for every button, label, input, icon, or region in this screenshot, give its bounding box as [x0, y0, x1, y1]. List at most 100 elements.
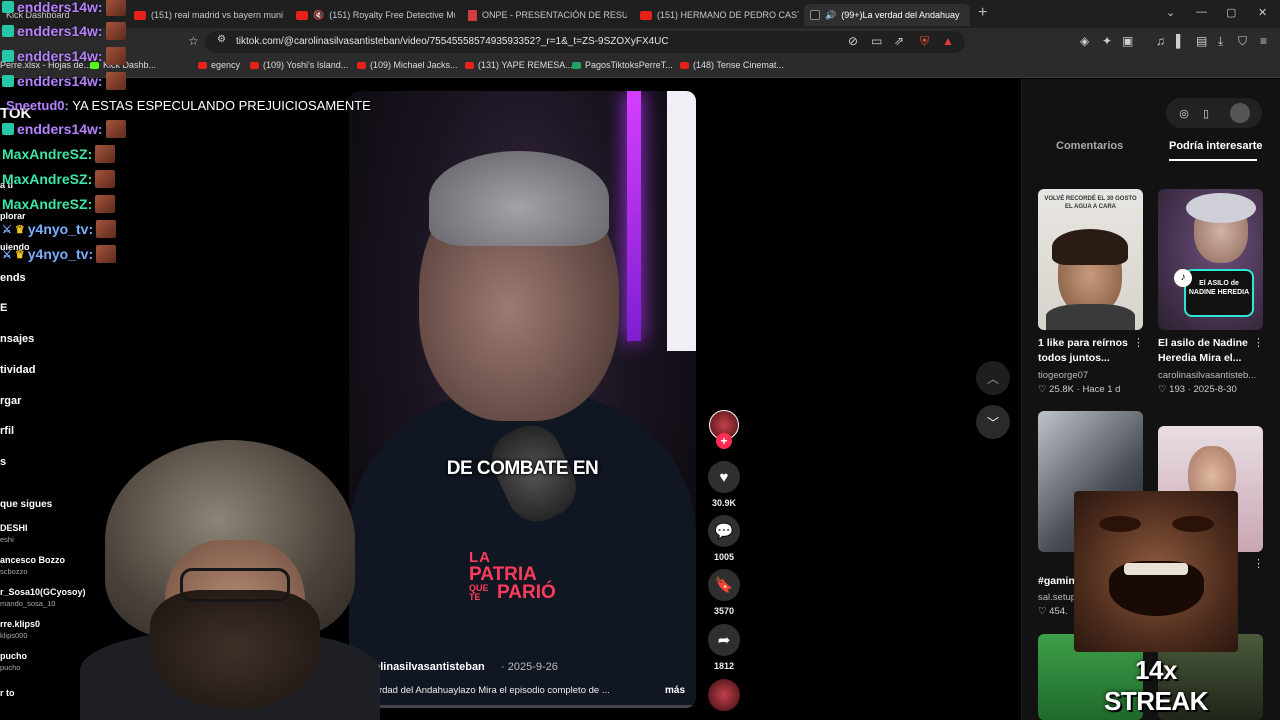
video-player[interactable]: DE COMBATE EN LA PATRIA QUE TE PARIÓ caro…	[349, 91, 696, 708]
follow-plus-icon[interactable]: +	[716, 433, 732, 449]
sidebar-item-upload[interactable]: rgar	[0, 395, 21, 407]
more-options-icon[interactable]: ⋮	[1253, 557, 1264, 570]
tab-onpe[interactable]: ONPE - PRESENTACIÓN DE RESULTA	[462, 4, 627, 26]
more-button[interactable]: más	[665, 685, 685, 696]
window-close-icon[interactable]: ✕	[1258, 6, 1267, 19]
meme-eye	[1099, 516, 1141, 532]
tab-label: (151) real madrid vs bayern munich -	[151, 10, 283, 20]
download-icon[interactable]: ⤓	[1218, 34, 1223, 49]
bookmark-item[interactable]: (109) Michael Jacks...	[357, 60, 458, 70]
browser-tab-bar: Kick Dashboard (151) real madrid vs baye…	[0, 0, 1280, 28]
chat-username: endders14w:	[17, 121, 103, 137]
sidebar-item-friends[interactable]: ends	[0, 272, 26, 284]
following-account-name[interactable]: r_Sosa10(GCyosoy)	[0, 587, 86, 597]
suggested-video-meta: ♡ 193 · 2025-8-30	[1158, 384, 1237, 395]
bookmark-icon[interactable]: ☆	[188, 34, 199, 48]
following-account-name[interactable]: pucho	[0, 651, 27, 661]
chat-username: MaxAndreSZ:	[2, 171, 93, 187]
chat-username: endders14w:	[17, 48, 103, 64]
tab-label: (151) Royalty Free Detective Musi	[329, 10, 455, 20]
speaker-hair	[429, 151, 609, 246]
like-button[interactable]: ♥	[708, 461, 740, 493]
following-account-handle: eshi	[0, 535, 14, 544]
following-account-name[interactable]: DESHI	[0, 523, 28, 533]
chat-emote-icon	[105, 0, 126, 16]
youtube-icon	[134, 10, 146, 20]
sidebar-item-activity[interactable]: tividad	[0, 364, 35, 376]
tab-real-madrid[interactable]: (151) real madrid vs bayern munich -	[128, 4, 283, 26]
vpn-icon[interactable]: ⛉	[1238, 34, 1247, 49]
more-options-icon[interactable]: ⋮	[1133, 336, 1144, 349]
screenshot-icon[interactable]: ▣	[1122, 34, 1133, 48]
video-progress-bar[interactable]	[349, 705, 696, 708]
bookmark-item[interactable]: (109) Yoshi's Island...	[250, 60, 348, 70]
no-tracking-icon[interactable]: ⊘	[848, 34, 858, 48]
thumbnail-hair	[1052, 229, 1128, 265]
new-tab-button[interactable]: +	[978, 4, 987, 22]
tab-list-icon[interactable]: ⌄	[1166, 6, 1175, 19]
sidebar-item-messages[interactable]: nsajes	[0, 333, 34, 345]
previous-video-button[interactable]: ︿	[976, 361, 1010, 395]
suggested-video-thumbnail[interactable]: VOLVÉ RECORDÉ EL 30 GOSTO EL AGUA A CARA	[1038, 189, 1143, 330]
wallet-icon[interactable]: ▤	[1196, 34, 1207, 48]
tab-suggested[interactable]: Podría interesarte	[1169, 140, 1263, 152]
save-button[interactable]: 🔖	[708, 569, 740, 601]
webcam-glasses	[180, 568, 290, 602]
sidebar-item-live[interactable]: E	[0, 302, 7, 314]
chat-username: y4nyo_tv:	[27, 221, 94, 237]
suggested-video-author[interactable]: tiogeorge07	[1038, 370, 1088, 381]
sidebar-item-more[interactable]: s	[0, 456, 6, 468]
meme-teeth	[1124, 563, 1188, 575]
bookmark-item[interactable]: (148) Tense Cinemat...	[680, 60, 784, 70]
rewards-icon[interactable]: ▲	[942, 34, 954, 48]
suggested-video-title[interactable]: 1 like para reírnos todos juntos...	[1038, 336, 1138, 366]
video-date: · 2025-9-26	[501, 661, 558, 673]
share-icon[interactable]: ⇗	[894, 34, 904, 48]
tiktok-icon	[810, 10, 820, 20]
brave-shield-icon[interactable]: ⛨	[920, 34, 929, 49]
tab-royalty-free-music[interactable]: 🔇 (151) Royalty Free Detective Musi	[290, 4, 455, 26]
minimize-icon[interactable]: —	[1196, 6, 1207, 18]
music-icon[interactable]: ♫	[1156, 34, 1165, 48]
phone-icon[interactable]: ▯	[1196, 103, 1216, 123]
extension-icon[interactable]: ◈	[1080, 34, 1089, 48]
laughing-meme-overlay	[1074, 491, 1238, 652]
avatar[interactable]	[1230, 103, 1250, 123]
comment-button[interactable]: 💬	[708, 515, 740, 547]
background-panel	[667, 91, 696, 351]
chat-badge-icon	[2, 25, 14, 37]
tv-icon[interactable]: ▭	[871, 34, 882, 48]
tab-comments[interactable]: Comentarios	[1056, 140, 1123, 152]
music-disc-icon[interactable]	[708, 679, 740, 711]
following-account-name[interactable]: ancesco Bozzo	[0, 555, 65, 565]
more-options-icon[interactable]: ⋮	[1253, 336, 1264, 349]
menu-icon[interactable]: ≡	[1260, 34, 1267, 48]
bookmark-item[interactable]: PagosTiktoksPerreT...	[572, 60, 673, 70]
maximize-icon[interactable]: ▢	[1226, 6, 1236, 19]
compass-icon[interactable]: ◎	[1174, 103, 1194, 123]
suggested-video-author[interactable]: carolinasilvasantisteb...	[1158, 370, 1256, 381]
sidebar-icon[interactable]: ▌	[1176, 34, 1185, 48]
puzzle-icon[interactable]: ✦	[1102, 34, 1112, 48]
bookmark-item[interactable]: (131) YAPE REMESA...	[465, 60, 573, 70]
like-count: 193	[1169, 384, 1186, 395]
sidebar-item-profile[interactable]: rfil	[0, 425, 14, 437]
site-info-icon[interactable]: ⚙	[217, 34, 226, 45]
tab-tiktok-active[interactable]: 🔊 (99+)La verdad del Andahuay ✕	[804, 4, 970, 26]
chat-line: MaxAndreSZ:	[2, 194, 116, 214]
share-button[interactable]: ➦	[708, 624, 740, 656]
tab-hermano-castillo[interactable]: (151) HERMANO DE PEDRO CASTILLO	[634, 4, 799, 26]
comment-icon: 💬	[714, 523, 734, 540]
bookmark-item[interactable]: egency	[198, 60, 240, 70]
following-account-name[interactable]: rre.klips0	[0, 619, 40, 629]
chat-username: endders14w:	[17, 0, 103, 15]
tab-label: ONPE - PRESENTACIÓN DE RESULTA	[482, 10, 627, 20]
following-account-name[interactable]: r to	[0, 688, 15, 698]
suggested-video-author[interactable]: sal.setup	[1038, 592, 1076, 603]
suggested-video-thumbnail[interactable]: El ASILO de NADINE HEREDIA ♪	[1158, 189, 1263, 330]
show-logo-pario: PARIÓ	[497, 582, 556, 603]
suggested-video-title[interactable]: El asilo de Nadine Heredia Mira el...	[1158, 336, 1258, 366]
next-video-button[interactable]: ﹀	[976, 405, 1010, 439]
chat-line: ⚔ ♛ y4nyo_tv:	[2, 219, 117, 239]
chat-line: endders14w:	[2, 21, 126, 41]
